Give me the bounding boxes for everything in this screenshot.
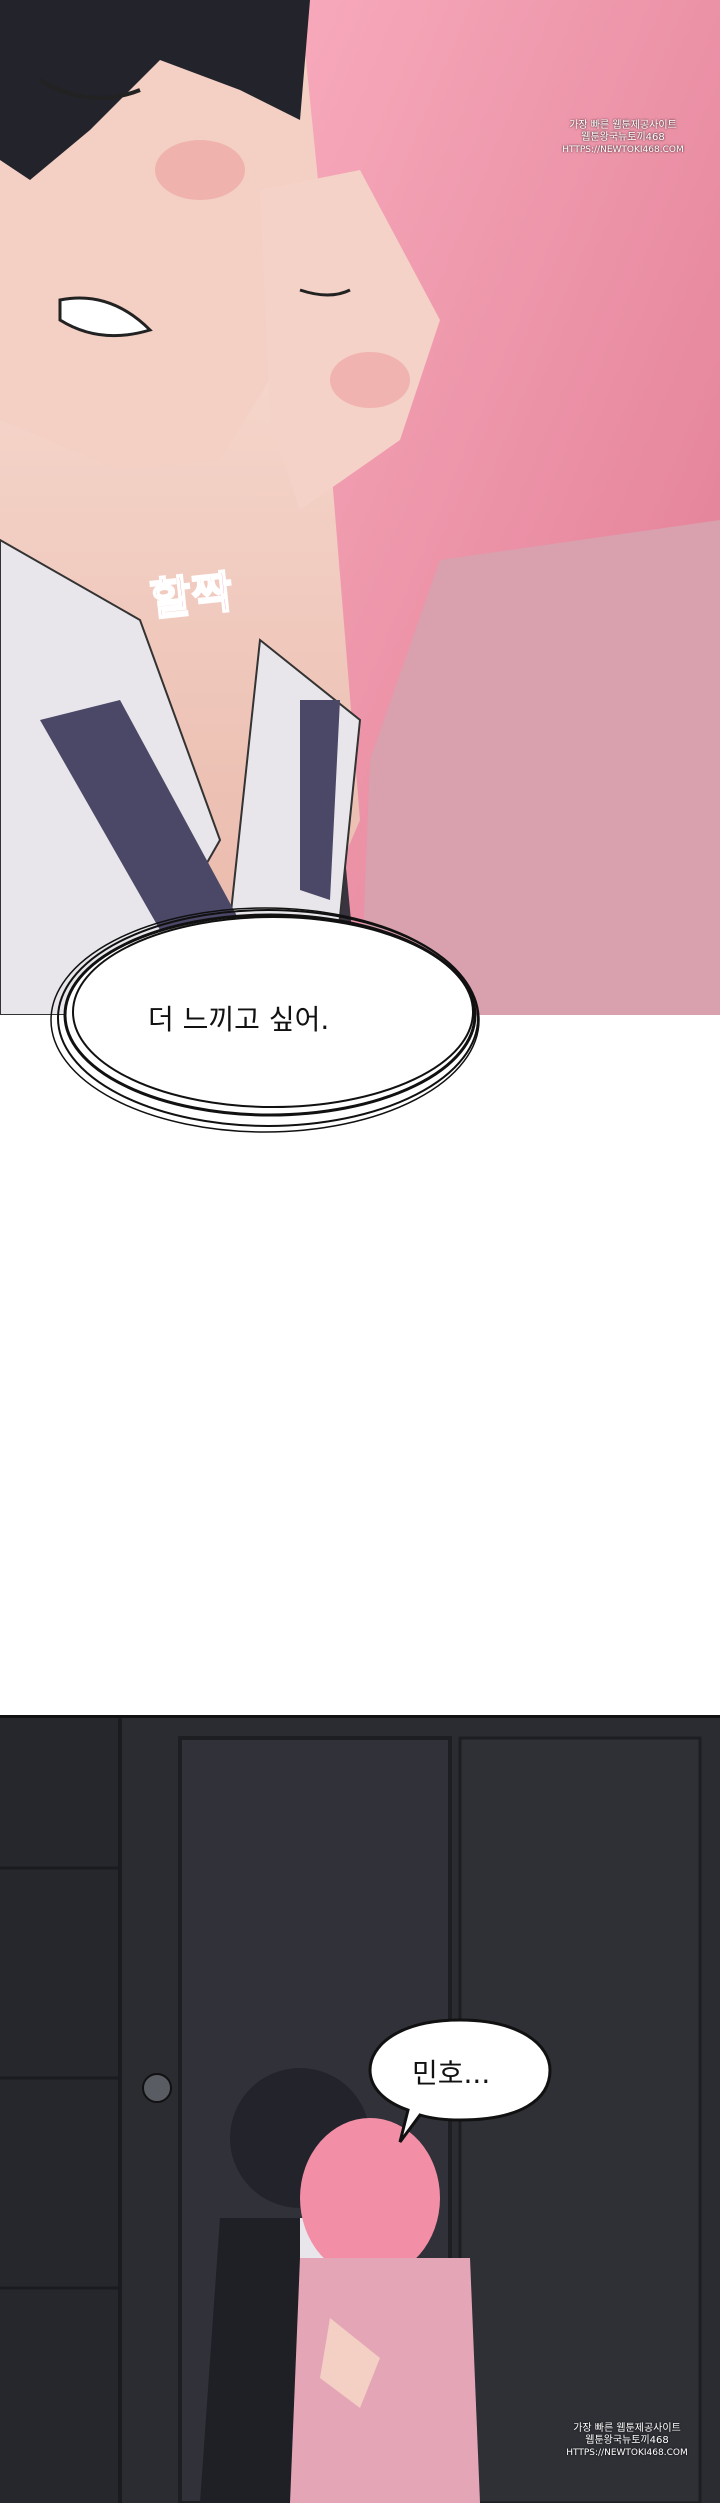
watermark-bottom: 가장 빠른 웹툰제공사이트 웹툰왕국뉴토끼468 HTTPS://NEWTOKI…: [552, 2423, 702, 2459]
watermark-top: 가장 빠른 웹툰제공사이트 웹툰왕국뉴토끼468 HTTPS://NEWTOKI…: [548, 120, 698, 156]
sfx-lick-text: 할짝: [147, 566, 237, 627]
watermark-line1: 가장 빠른 웹툰제공사이트: [569, 120, 677, 131]
watermark-line1-b: 가장 빠른 웹툰제공사이트: [573, 2423, 681, 2434]
comic-panel-top: 할짝 가장 빠른 웹툰제공사이트 웹툰왕국뉴토끼468 HTTPS://NEWT…: [0, 0, 720, 1015]
speech-bubble-bottom-text: 민호...: [412, 2057, 491, 2090]
watermark-line2: 웹툰왕국뉴토끼468: [581, 132, 665, 143]
speech-bubble-top-text: 더 느끼고 싶어.: [148, 1003, 330, 1036]
watermark-line3-b: HTTPS://NEWTOKI468.COM: [566, 2448, 688, 2458]
watermark-line3: HTTPS://NEWTOKI468.COM: [562, 145, 684, 155]
watermark-line2-b: 웹툰왕국뉴토끼468: [585, 2435, 669, 2446]
